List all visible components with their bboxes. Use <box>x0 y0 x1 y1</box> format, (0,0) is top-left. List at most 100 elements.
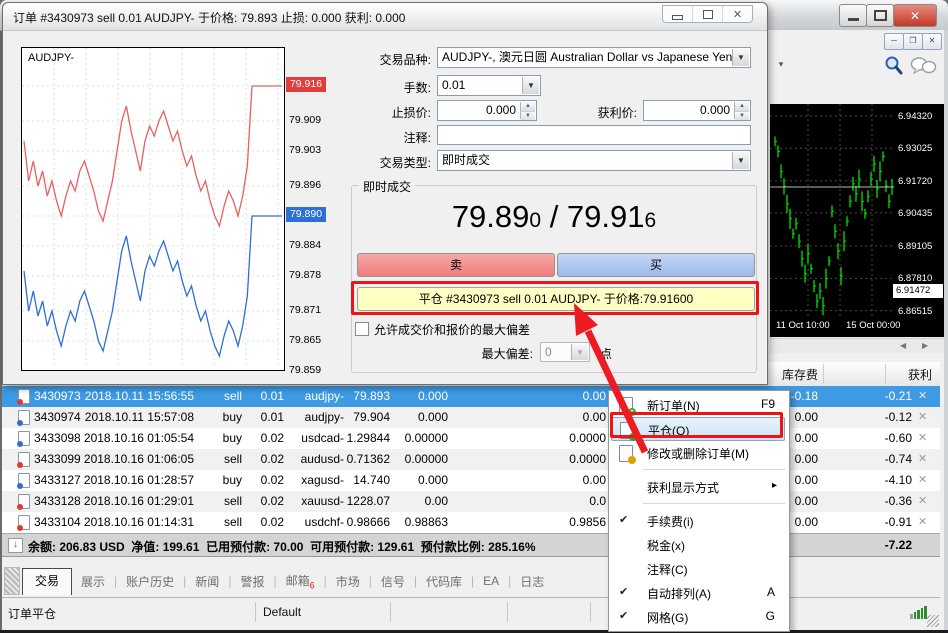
main-chart-window[interactable]: 6.943206.930256.917206.904356.891056.878… <box>770 104 944 337</box>
tab-新闻[interactable]: 新闻 <box>186 573 228 590</box>
stoploss-value: 0.000 <box>486 103 516 117</box>
cell-tp: 0.0 <box>456 494 606 508</box>
order-type-select[interactable]: 即时成交 ▼ <box>437 150 751 171</box>
tab-警报[interactable]: 警报 <box>231 573 273 590</box>
header-profit[interactable]: 获利 <box>852 366 932 383</box>
menu-item[interactable]: ✔网格(G)G <box>611 605 785 629</box>
table-row[interactable]: 34331272018.10.16 01:28:57buy0.02xagusd-… <box>2 470 940 491</box>
table-row[interactable]: 34309742018.10.11 15:57:08buy0.01audjpy-… <box>2 407 940 428</box>
bottom-tabs-bar: 交易 展示|账户历史|新闻|警报|邮箱6|市场|信号|代码库|EA|日志 <box>2 556 940 598</box>
close-order-x-icon[interactable]: ✕ <box>918 494 927 507</box>
mdi-restore-button[interactable]: ❐ <box>903 33 923 50</box>
table-row[interactable]: 34330982018.10.16 01:05:54buy0.02usdcad-… <box>2 428 940 449</box>
tab-EA[interactable]: EA <box>474 574 508 588</box>
main-close-button[interactable]: ✕ <box>893 4 937 27</box>
takeprofit-input[interactable]: 0.000 ▲▼ <box>643 100 751 121</box>
buy-button[interactable]: 买 <box>557 253 755 277</box>
sell-button[interactable]: 卖 <box>357 253 555 277</box>
chart-horizontal-scrollbar[interactable]: ◀ ▶ <box>770 338 944 353</box>
tab-市场[interactable]: 市场 <box>327 573 369 590</box>
table-row[interactable]: 34330992018.10.16 01:06:05sell0.02audusd… <box>2 449 940 470</box>
tick-chart: AUDJPY- <box>21 47 285 371</box>
dialog-close-button[interactable]: ✕ <box>722 6 752 22</box>
menu-item[interactable]: 税金(x) <box>611 533 785 557</box>
mdi-minimize-button[interactable]: ─ <box>884 33 904 50</box>
scroll-right-icon[interactable]: ▶ <box>922 341 928 350</box>
dialog-window-buttons: ✕ <box>662 5 753 23</box>
volume-select[interactable]: 0.01 ▼ <box>437 75 541 96</box>
main-minimize-button[interactable] <box>839 4 867 27</box>
tick-axis-label: 79.871 <box>289 304 329 316</box>
tab-日志[interactable]: 日志 <box>511 573 553 590</box>
close-order-x-icon[interactable]: ✕ <box>918 389 927 402</box>
chevron-down-icon[interactable]: ▼ <box>522 77 539 94</box>
submenu-arrow-icon: ▸ <box>772 480 777 491</box>
chat-bubbles-icon[interactable] <box>910 56 938 78</box>
close-order-x-icon[interactable]: ✕ <box>918 452 927 465</box>
close-order-x-icon[interactable]: ✕ <box>918 515 927 528</box>
tab-账户历史[interactable]: 账户历史 <box>117 573 183 590</box>
cell-sl: 0.000 <box>298 389 448 403</box>
balance-icon: ↓ <box>8 538 23 553</box>
status-divider <box>255 602 256 622</box>
balance-row: ↓ 余额: 206.83 USD 净值: 199.61 已用预付款: 70.00… <box>2 533 940 557</box>
deviation-checkbox[interactable] <box>355 322 369 336</box>
order-doc-icon <box>18 473 30 488</box>
symbol-select[interactable]: AUDJPY-, 澳元日圆 Australian Dollar vs Japan… <box>437 47 751 68</box>
maximize-icon <box>874 10 887 21</box>
max-deviation-select[interactable]: 0 ▼ <box>540 342 590 362</box>
connection-bars-icon <box>910 606 928 619</box>
chevron-down-icon[interactable]: ▼ <box>732 49 749 66</box>
menu-item-label: 自动排列(A) <box>647 585 711 602</box>
volume-value: 0.01 <box>442 78 465 92</box>
close-order-x-icon[interactable]: ✕ <box>918 431 927 444</box>
max-deviation-label: 最大偏差: <box>423 345 533 362</box>
badge-icon <box>628 456 636 464</box>
price-axis-label: 6.86515 <box>898 306 944 317</box>
stepper-icons[interactable]: ▲▼ <box>520 102 535 119</box>
tab-代码库[interactable]: 代码库 <box>417 573 471 590</box>
close-order-x-icon[interactable]: ✕ <box>918 410 927 423</box>
menu-item[interactable]: 修改或删除订单(M) <box>611 441 785 465</box>
tab-信号[interactable]: 信号 <box>372 573 414 590</box>
chart-date-label: 15 Oct 00:00 <box>846 320 900 331</box>
main-maximize-button[interactable] <box>866 4 894 27</box>
dialog-minimize-button[interactable] <box>663 6 692 22</box>
close-order-x-icon[interactable]: ✕ <box>918 473 927 486</box>
resize-grip[interactable] <box>927 615 939 627</box>
minimize-icon <box>848 18 859 21</box>
chevron-down-icon[interactable]: ▼ <box>732 152 749 169</box>
tick-axis-label: 79.903 <box>289 144 329 156</box>
quote-separator: / <box>541 199 567 234</box>
mdi-close-button[interactable]: ✕ <box>922 33 942 50</box>
scroll-left-icon[interactable]: ◀ <box>900 341 906 350</box>
bid-price: 79.89 <box>452 199 530 234</box>
dock-gripper[interactable] <box>4 567 20 595</box>
stepper-icons[interactable]: ▲▼ <box>734 102 749 119</box>
menu-item[interactable]: 注释(C) <box>611 557 785 581</box>
stoploss-input[interactable]: 0.000 ▲▼ <box>437 100 537 121</box>
sell-dot-icon <box>17 525 23 531</box>
tab-邮箱[interactable]: 邮箱6 <box>277 572 324 590</box>
check-icon: ✔ <box>619 609 628 622</box>
price-axis-label: 6.87810 <box>898 273 944 284</box>
search-magnifier-icon[interactable] <box>884 55 904 77</box>
price-axis-label: 6.94320 <box>898 111 944 122</box>
menu-item-label: 手续费(i) <box>647 513 694 530</box>
status-bar: 订单平仓 Default <box>2 597 940 628</box>
dialog-title-bar[interactable]: 订单 #3430973 sell 0.01 AUDJPY- 于价格: 79.89… <box>3 3 767 31</box>
dialog-maximize-button[interactable] <box>692 6 722 22</box>
table-row[interactable]: 34331042018.10.16 01:14:31sell0.02usdchf… <box>2 512 940 533</box>
toolbar-chevron-button[interactable]: ▾ <box>772 56 790 72</box>
menu-item[interactable]: ✔手续费(i) <box>611 509 785 533</box>
tab-交易[interactable]: 交易 <box>22 568 72 595</box>
status-profile[interactable]: Default <box>263 605 301 619</box>
table-row[interactable]: 34309732018.10.11 15:56:55sell0.01audjpy… <box>2 386 940 407</box>
menu-item[interactable]: 获利显示方式▸ <box>611 475 785 499</box>
table-row[interactable]: 34331282018.10.16 01:29:01sell0.02xauusd… <box>2 491 940 512</box>
tab-展示[interactable]: 展示 <box>72 573 114 590</box>
order-doc-icon <box>18 494 30 509</box>
symbol-label: 交易品种: <box>343 51 431 68</box>
menu-item[interactable]: ✔自动排列(A)A <box>611 581 785 605</box>
comment-input[interactable] <box>437 125 751 145</box>
